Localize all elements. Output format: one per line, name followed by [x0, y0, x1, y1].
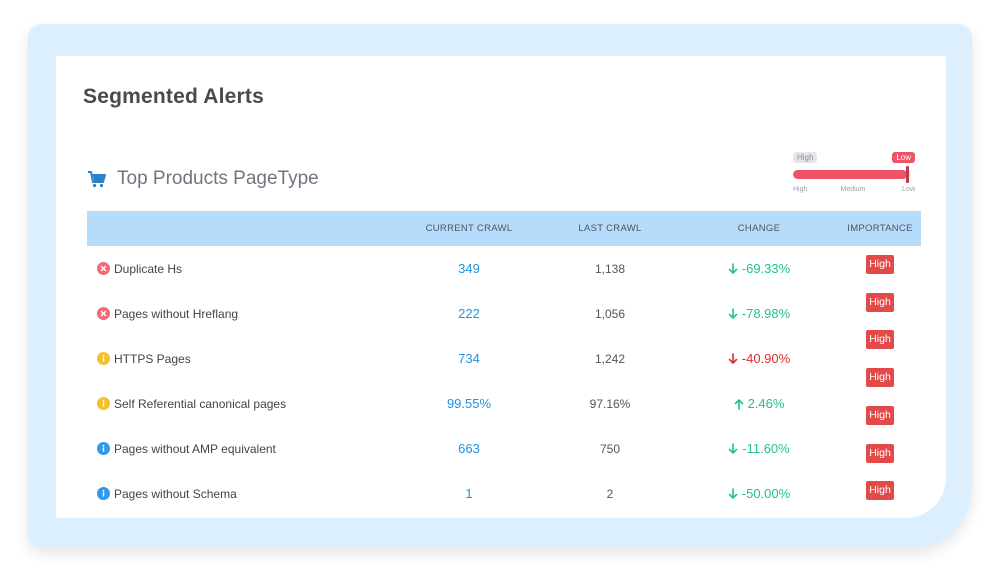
arrow-down-icon: [728, 442, 738, 454]
info-icon: [97, 487, 110, 500]
table-header: CURRENT CRAWL LAST CRAWL CHANGE IMPORTAN…: [87, 211, 921, 246]
change-text: -69.33%: [741, 261, 791, 276]
metric-label: HTTPS Pages: [114, 351, 191, 366]
table-row: Pages without Schema 1 2 -50.00%: [87, 471, 921, 516]
warning-icon: [97, 352, 110, 365]
change-value: 2.46%: [699, 381, 819, 426]
legend-tag-low: Low: [892, 152, 915, 163]
table-row: Pages without Hreflang 222 1,056 -78.98%: [87, 291, 921, 336]
current-crawl-value[interactable]: 349: [409, 246, 529, 291]
change-value: -40.90%: [699, 336, 819, 381]
arrow-up-icon: [734, 398, 743, 410]
table-body: Duplicate Hs 349 1,138 -69.33% Pages without…: [87, 246, 921, 516]
arrow-down-icon: [728, 487, 738, 499]
last-crawl-value: 1,056: [594, 306, 626, 321]
legend-thumb: [906, 166, 910, 183]
change-text: -50.00%: [741, 486, 791, 501]
metric-label: Self Referential canonical pages: [114, 396, 287, 411]
change-value: -11.60%: [699, 426, 819, 471]
legend-scale-high: High: [793, 186, 808, 193]
metric-name: Pages without AMP equivalent: [97, 426, 276, 471]
cart-icon: [88, 171, 106, 188]
metric-label: Duplicate Hs: [114, 261, 183, 276]
importance-badge: High: [866, 292, 894, 312]
importance-badge: High: [866, 405, 894, 425]
table-row: Duplicate Hs 349 1,138 -69.33%: [87, 246, 921, 291]
change-text: -78.98%: [741, 306, 791, 321]
alerts-card: Segmented Alerts Top Products PageType H…: [56, 56, 946, 518]
arrow-down-icon: [728, 262, 738, 274]
metric-label: Pages without Hreflang: [114, 306, 239, 321]
importance-badge: High: [866, 368, 894, 388]
last-crawl-value: 97.16%: [589, 396, 631, 411]
table-row: Self Referential canonical pages 99.55% 97…: [87, 381, 921, 426]
change-value: -78.98%: [699, 291, 819, 336]
header-change: CHANGE: [737, 223, 781, 234]
current-crawl-value[interactable]: 734: [409, 336, 529, 381]
error-icon: [97, 307, 110, 320]
arrow-down-icon: [728, 352, 738, 364]
section-header: Top Products PageType: [87, 165, 319, 193]
change-text: -40.90%: [741, 351, 791, 366]
change-text: 2.46%: [747, 396, 785, 411]
page-title: Segmented Alerts: [83, 85, 264, 108]
last-crawl-value: 1,138: [594, 261, 626, 276]
metric-name: HTTPS Pages: [97, 336, 191, 381]
current-crawl-value[interactable]: 99.55%: [409, 381, 529, 426]
importance-badge: High: [866, 481, 894, 501]
change-value: -50.00%: [699, 471, 819, 516]
current-crawl-value[interactable]: 222: [409, 291, 529, 336]
metric-name: Pages without Schema: [97, 471, 237, 516]
header-current-crawl: CURRENT CRAWL: [425, 223, 513, 234]
metric-name: Duplicate Hs: [97, 246, 182, 291]
last-crawl-value: 1,242: [594, 351, 626, 366]
change-value: -69.33%: [699, 246, 819, 291]
error-icon: [97, 262, 110, 275]
last-crawl-value: 750: [599, 441, 621, 456]
arrow-down-icon: [728, 307, 738, 319]
info-icon: [97, 442, 110, 455]
metric-name: Pages without Hreflang: [97, 291, 238, 336]
legend-tag-high: High: [793, 152, 818, 163]
header-last-crawl: LAST CRAWL: [578, 223, 642, 234]
section-title: Top Products PageType: [117, 168, 319, 189]
current-crawl-value[interactable]: 663: [409, 426, 529, 471]
header-importance: IMPORTANCE: [847, 223, 913, 234]
importance-legend: High Low High Medium Low: [791, 150, 915, 196]
metric-label: Pages without AMP equivalent: [114, 441, 276, 456]
importance-badge: High: [866, 330, 894, 350]
last-crawl-value: 2: [606, 486, 614, 501]
importance-badge: High: [866, 443, 894, 463]
change-text: -11.60%: [742, 441, 790, 456]
legend-track: [793, 170, 911, 179]
legend-scale-medium: Medium: [840, 186, 866, 193]
metric-label: Pages without Schema: [114, 486, 237, 501]
legend-fill: [793, 170, 908, 179]
warning-icon: [97, 397, 110, 410]
importance-badge: High: [866, 255, 894, 274]
table-row: HTTPS Pages 734 1,242 -40.90%: [87, 336, 921, 381]
legend-scale-low: Low: [902, 186, 915, 193]
table-row: Pages without AMP equivalent 663 750 -11.60…: [87, 426, 921, 471]
current-crawl-value[interactable]: 1: [409, 471, 529, 516]
metric-name: Self Referential canonical pages: [97, 381, 286, 426]
